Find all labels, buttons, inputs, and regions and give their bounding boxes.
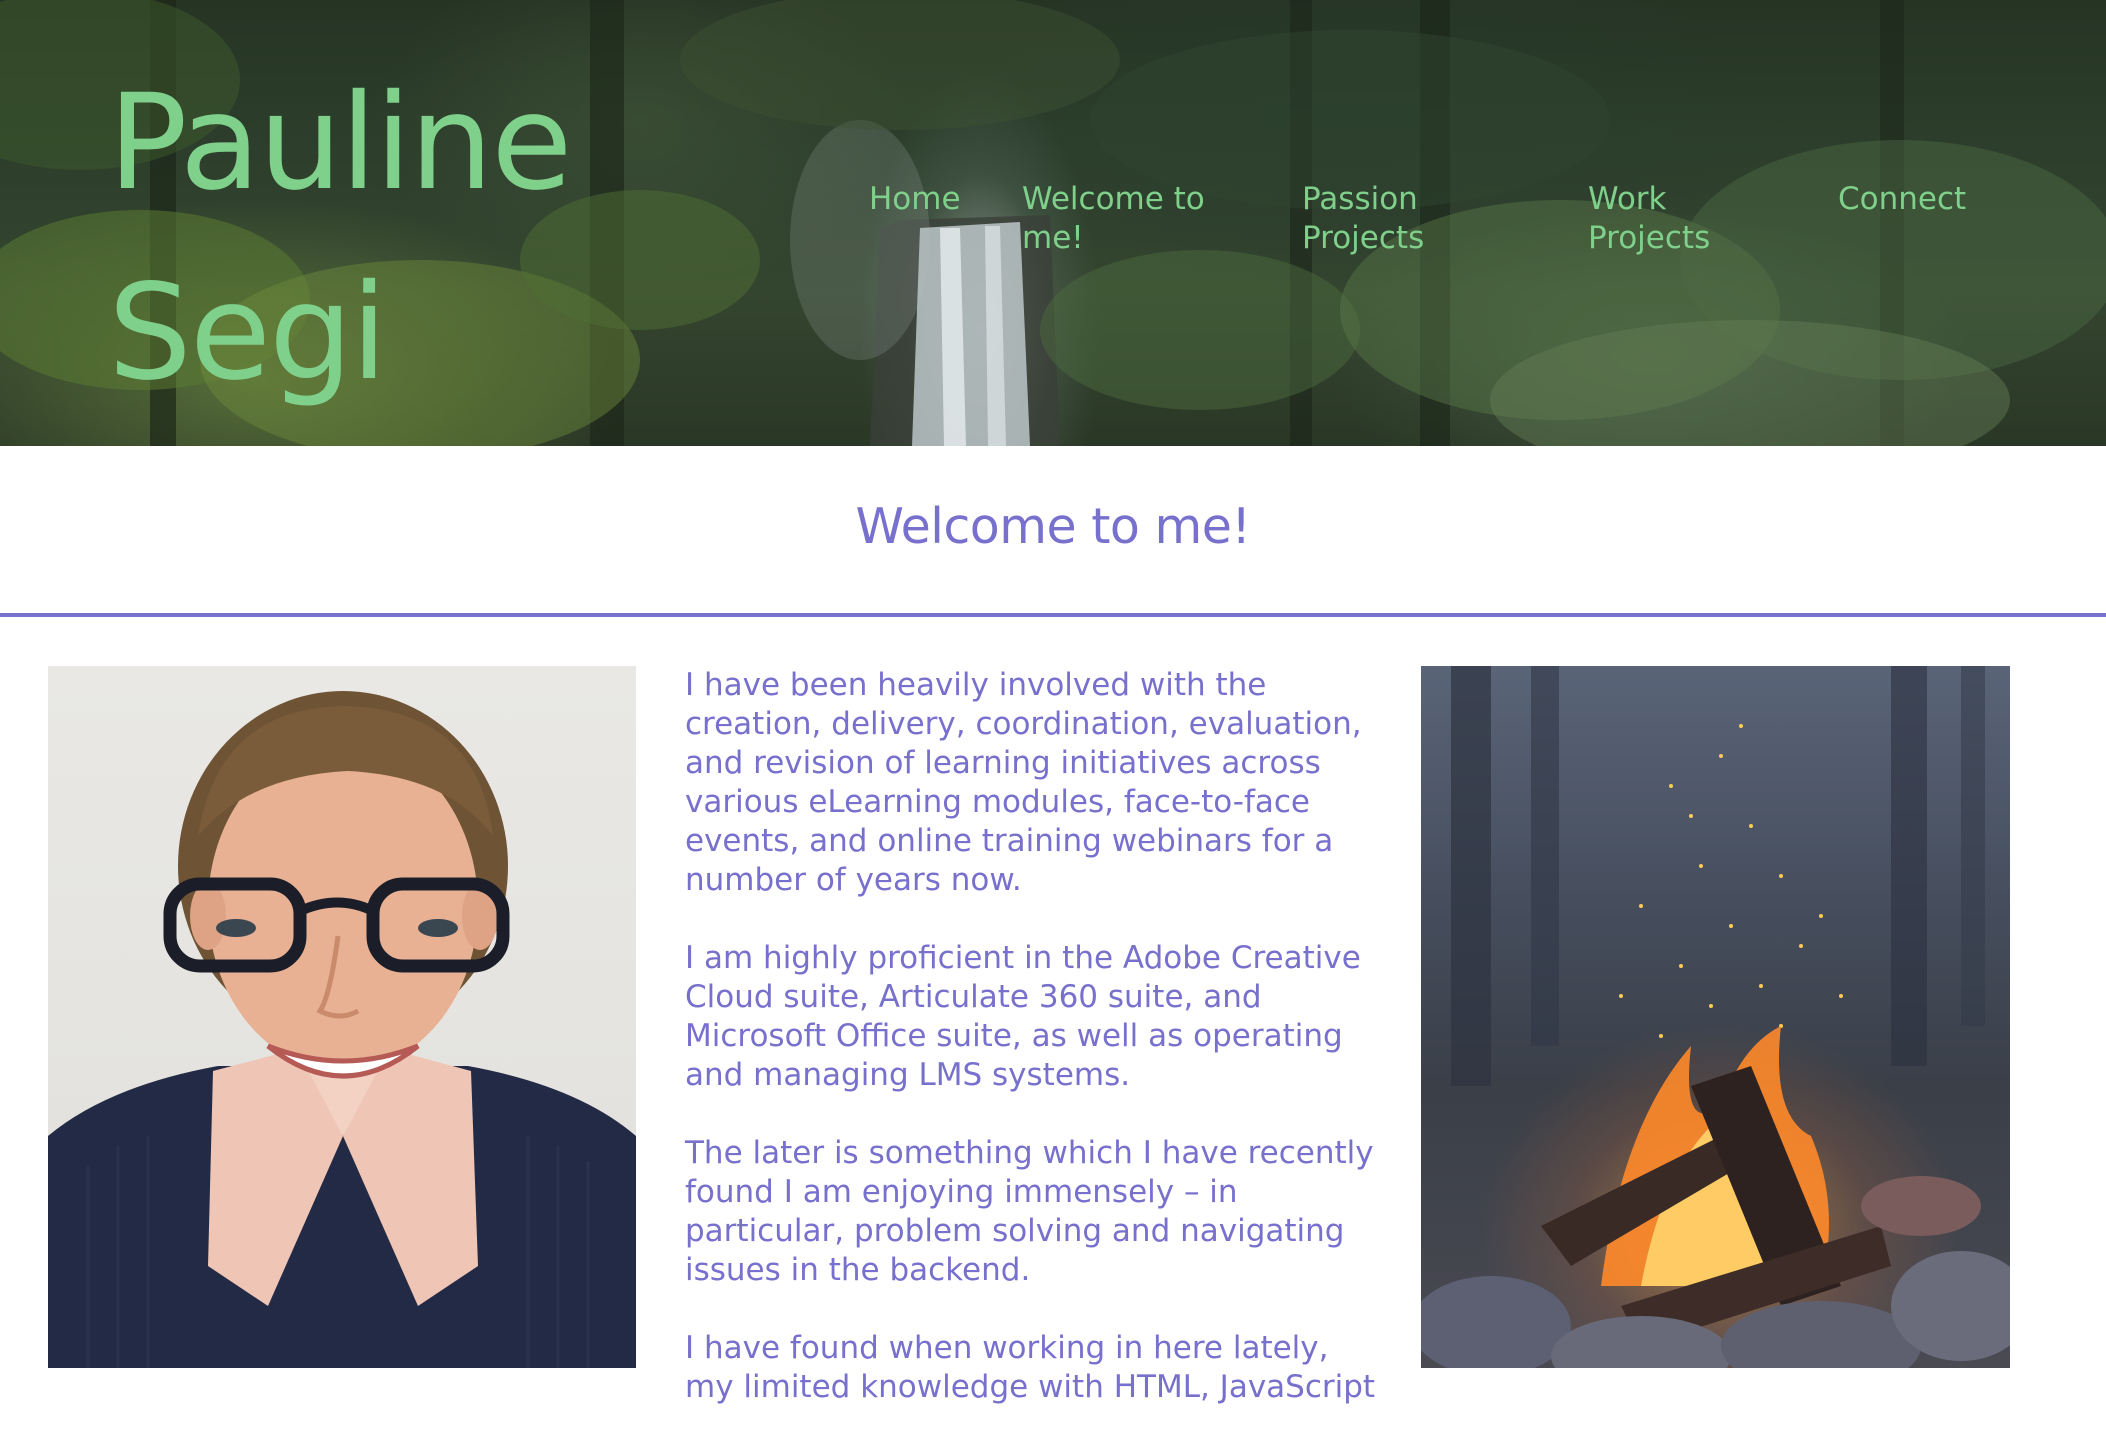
campfire-photo <box>1421 666 2010 1368</box>
nav-connect[interactable]: Connect <box>1838 180 1998 219</box>
nav-home[interactable]: Home <box>869 180 989 219</box>
intro-paragraph-3: The later is something which I have rece… <box>685 1135 1374 1288</box>
nav-work-projects[interactable]: Work Projects <box>1588 180 1738 258</box>
header-banner: Pauline Segi Home Welcome to me! Passion… <box>0 0 2106 446</box>
nav-welcome[interactable]: Welcome to me! <box>1022 180 1252 258</box>
intro-paragraph-1: I have been heavily involved with the cr… <box>685 667 1362 898</box>
section-divider <box>0 613 2106 617</box>
main-nav: Home Welcome to me! Passion Projects Wor… <box>0 180 2106 270</box>
intro-paragraph-4: I have found when working in here lately… <box>685 1330 1376 1405</box>
portrait-photo <box>48 666 636 1368</box>
intro-text: I have been heavily involved with the cr… <box>685 666 1385 1446</box>
intro-paragraph-2: I am highly proficient in the Adobe Crea… <box>685 940 1361 1093</box>
page-heading: Welcome to me! <box>855 498 1251 555</box>
nav-passion-projects[interactable]: Passion Projects <box>1302 180 1472 258</box>
